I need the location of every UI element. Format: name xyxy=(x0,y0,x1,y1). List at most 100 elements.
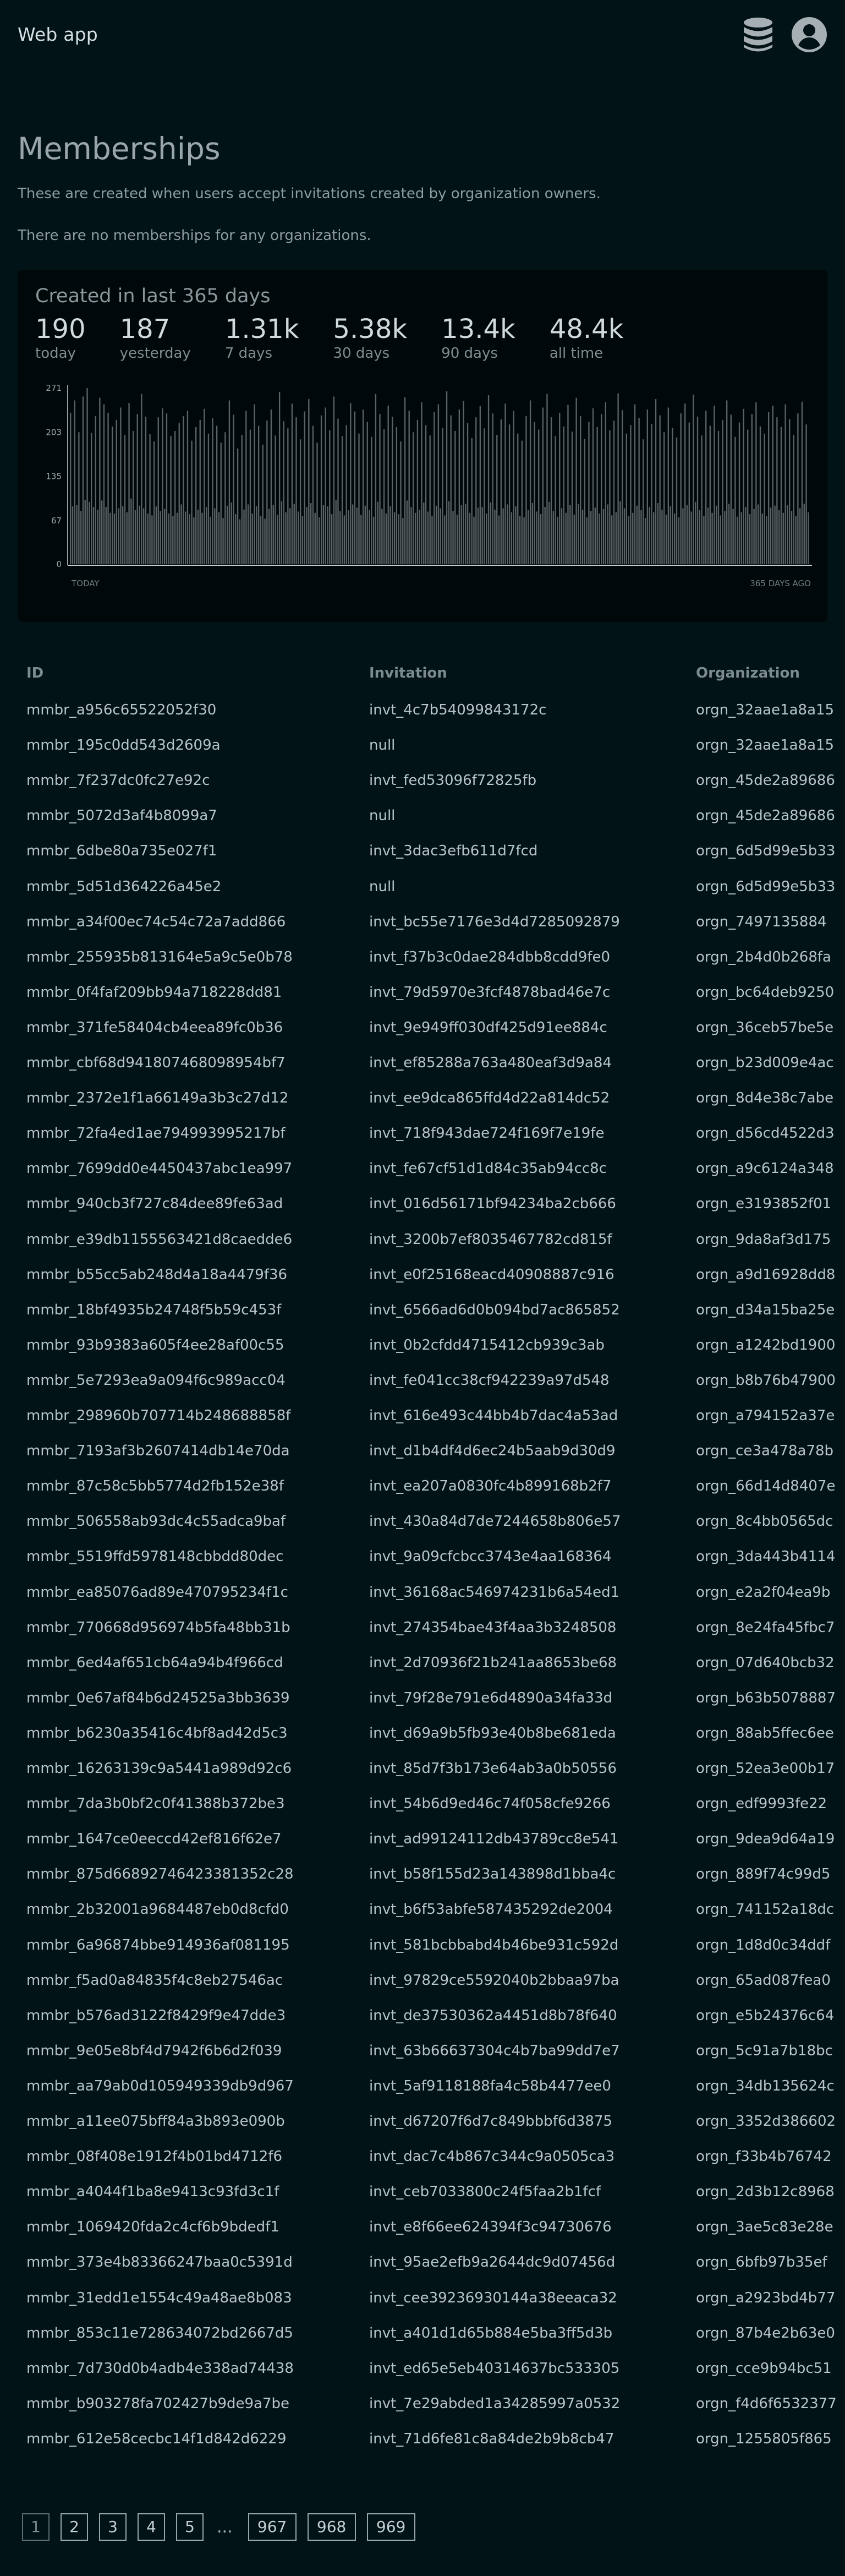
membership-id-cell[interactable]: mmbr_1647ce0eeccd42ef816f62e7 xyxy=(26,1821,356,1857)
table-row[interactable]: mmbr_2b32001a9684487eb0d8cfd0 invt_b6f53a… xyxy=(0,1892,845,1927)
table-row[interactable]: mmbr_ea85076ad89e470795234f1c invt_36168a… xyxy=(0,1575,845,1610)
table-row[interactable]: mmbr_6a96874bbe914936af081195 invt_581bcb… xyxy=(0,1928,845,1963)
membership-id-cell[interactable]: mmbr_0e67af84b6d24525a3bb3639 xyxy=(26,1680,356,1716)
table-row[interactable]: mmbr_5e7293ea9a094f6c989acc04 invt_fe041c… xyxy=(0,1363,845,1398)
membership-id-cell[interactable]: mmbr_ea85076ad89e470795234f1c xyxy=(26,1575,356,1610)
table-row[interactable]: mmbr_6dbe80a735e027f1 invt_3dac3efb611d7f… xyxy=(0,833,845,869)
table-row[interactable]: mmbr_b903278fa702427b9de9a7be invt_7e29ab… xyxy=(0,2386,845,2421)
table-row[interactable]: mmbr_72fa4ed1ae794993995217bf invt_718f94… xyxy=(0,1116,845,1151)
table-row[interactable]: mmbr_1069420fda2c4cf6b9bdedf1 invt_e8f66e… xyxy=(0,2209,845,2245)
membership-id-cell[interactable]: mmbr_a956c65522052f30 xyxy=(26,692,356,728)
membership-id-cell[interactable]: mmbr_1069420fda2c4cf6b9bdedf1 xyxy=(26,2209,356,2245)
membership-id-cell[interactable]: mmbr_2b32001a9684487eb0d8cfd0 xyxy=(26,1892,356,1927)
membership-id-cell[interactable]: mmbr_87c58c5bb5774d2fb152e38f xyxy=(26,1469,356,1504)
membership-id-cell[interactable]: mmbr_298960b707714b248688858f xyxy=(26,1398,356,1433)
membership-id-cell[interactable]: mmbr_5519ffd5978148cbbdd80dec xyxy=(26,1539,356,1574)
table-row[interactable]: mmbr_a956c65522052f30 invt_4c7b5409984317… xyxy=(0,692,845,728)
table-row[interactable]: mmbr_b55cc5ab248d4a18a4479f36 invt_e0f251… xyxy=(0,1257,845,1292)
table-row[interactable]: mmbr_7d730d0b4adb4e338ad74438 invt_ed65e5… xyxy=(0,2351,845,2386)
table-row[interactable]: mmbr_b6230a35416c4bf8ad42d5c3 invt_d69a9b… xyxy=(0,1716,845,1751)
membership-id-cell[interactable]: mmbr_373e4b83366247baa0c5391d xyxy=(26,2245,356,2280)
membership-id-cell[interactable]: mmbr_5d51d364226a45e2 xyxy=(26,869,356,904)
table-row[interactable]: mmbr_a4044f1ba8e9413c93fd3c1f invt_ceb703… xyxy=(0,2174,845,2209)
page-button-2[interactable]: 2 xyxy=(61,2513,88,2541)
membership-id-cell[interactable]: mmbr_875d66892746423381352c28 xyxy=(26,1857,356,1892)
membership-id-cell[interactable]: mmbr_195c0dd543d2609a xyxy=(26,728,356,763)
membership-id-cell[interactable]: mmbr_b55cc5ab248d4a18a4479f36 xyxy=(26,1257,356,1292)
membership-id-cell[interactable]: mmbr_853c11e728634072bd2667d5 xyxy=(26,2316,356,2351)
table-row[interactable]: mmbr_f5ad0a84835f4c8eb27546ac invt_97829c… xyxy=(0,1963,845,1998)
table-row[interactable]: mmbr_7699dd0e4450437abc1ea997 invt_fe67cf… xyxy=(0,1151,845,1186)
membership-id-cell[interactable]: mmbr_5e7293ea9a094f6c989acc04 xyxy=(26,1363,356,1398)
membership-id-cell[interactable]: mmbr_6a96874bbe914936af081195 xyxy=(26,1928,356,1963)
membership-id-cell[interactable]: mmbr_7f237dc0fc27e92c xyxy=(26,763,356,798)
membership-id-cell[interactable]: mmbr_b576ad3122f8429f9e47dde3 xyxy=(26,1998,356,2033)
page-button-969[interactable]: 969 xyxy=(366,2513,415,2541)
table-row[interactable]: mmbr_93b9383a605f4ee28af00c55 invt_0b2cfd… xyxy=(0,1328,845,1363)
table-row[interactable]: mmbr_b576ad3122f8429f9e47dde3 invt_de3753… xyxy=(0,1998,845,2033)
table-row[interactable]: mmbr_853c11e728634072bd2667d5 invt_a401d1… xyxy=(0,2316,845,2351)
membership-id-cell[interactable]: mmbr_31edd1e1554c49a48ae8b083 xyxy=(26,2280,356,2316)
membership-id-cell[interactable]: mmbr_6dbe80a735e027f1 xyxy=(26,833,356,869)
membership-id-cell[interactable]: mmbr_aa79ab0d105949339db9d967 xyxy=(26,2069,356,2104)
table-row[interactable]: mmbr_298960b707714b248688858f invt_616e49… xyxy=(0,1398,845,1433)
membership-id-cell[interactable]: mmbr_371fe58404cb4eea89fc0b36 xyxy=(26,1010,356,1045)
user-account-icon[interactable] xyxy=(791,17,827,53)
table-row[interactable]: mmbr_16263139c9a5441a989d92c6 invt_85d7f3… xyxy=(0,1751,845,1786)
page-button-1[interactable]: 1 xyxy=(22,2513,50,2541)
table-row[interactable]: mmbr_373e4b83366247baa0c5391d invt_95ae2e… xyxy=(0,2245,845,2280)
membership-id-cell[interactable]: mmbr_0f4faf209bb94a718228dd81 xyxy=(26,975,356,1010)
table-row[interactable]: mmbr_aa79ab0d105949339db9d967 invt_5af911… xyxy=(0,2069,845,2104)
page-button-967[interactable]: 967 xyxy=(248,2513,297,2541)
membership-id-cell[interactable]: mmbr_a4044f1ba8e9413c93fd3c1f xyxy=(26,2174,356,2209)
table-row[interactable]: mmbr_e39db1155563421d8caedde6 invt_3200b7… xyxy=(0,1222,845,1257)
membership-id-cell[interactable]: mmbr_08f408e1912f4b01bd4712f6 xyxy=(26,2139,356,2174)
membership-id-cell[interactable]: mmbr_770668d956974b5fa48bb31b xyxy=(26,1610,356,1645)
table-row[interactable]: mmbr_0f4faf209bb94a718228dd81 invt_79d597… xyxy=(0,975,845,1010)
membership-id-cell[interactable]: mmbr_cbf68d941807468098954bf7 xyxy=(26,1045,356,1080)
table-row[interactable]: mmbr_5519ffd5978148cbbdd80dec invt_9a09cf… xyxy=(0,1539,845,1574)
table-row[interactable]: mmbr_a11ee075bff84a3b893e090b invt_d67207… xyxy=(0,2104,845,2139)
table-row[interactable]: mmbr_1647ce0eeccd42ef816f62e7 invt_ad9912… xyxy=(0,1821,845,1857)
membership-id-cell[interactable]: mmbr_6ed4af651cb64a94b4f966cd xyxy=(26,1645,356,1680)
table-row[interactable]: mmbr_cbf68d941807468098954bf7 invt_ef8528… xyxy=(0,1045,845,1080)
membership-id-cell[interactable]: mmbr_7193af3b2607414db14e70da xyxy=(26,1433,356,1469)
table-row[interactable]: mmbr_a34f00ec74c54c72a7add866 invt_bc55e7… xyxy=(0,904,845,940)
table-row[interactable]: mmbr_875d66892746423381352c28 invt_b58f15… xyxy=(0,1857,845,1892)
page-button-4[interactable]: 4 xyxy=(138,2513,165,2541)
table-row[interactable]: mmbr_7193af3b2607414db14e70da invt_d1b4df… xyxy=(0,1433,845,1469)
table-row[interactable]: mmbr_6ed4af651cb64a94b4f966cd invt_2d7093… xyxy=(0,1645,845,1680)
database-icon[interactable] xyxy=(742,17,775,53)
app-title[interactable]: Web app xyxy=(18,24,98,45)
table-row[interactable]: mmbr_195c0dd543d2609a null orgn_32aae1a8a1… xyxy=(0,728,845,763)
table-row[interactable]: mmbr_08f408e1912f4b01bd4712f6 invt_dac7c4… xyxy=(0,2139,845,2174)
table-row[interactable]: mmbr_31edd1e1554c49a48ae8b083 invt_cee392… xyxy=(0,2280,845,2316)
page-button-968[interactable]: 968 xyxy=(307,2513,356,2541)
membership-id-cell[interactable]: mmbr_a11ee075bff84a3b893e090b xyxy=(26,2104,356,2139)
membership-id-cell[interactable]: mmbr_93b9383a605f4ee28af00c55 xyxy=(26,1328,356,1363)
membership-id-cell[interactable]: mmbr_7da3b0bf2c0f41388b372be3 xyxy=(26,1786,356,1821)
membership-id-cell[interactable]: mmbr_255935b813164e5a9c5e0b78 xyxy=(26,940,356,975)
page-button-5[interactable]: 5 xyxy=(176,2513,204,2541)
membership-id-cell[interactable]: mmbr_2372e1f1a66149a3b3c27d12 xyxy=(26,1080,356,1116)
membership-id-cell[interactable]: mmbr_9e05e8bf4d7942f6b6d2f039 xyxy=(26,2033,356,2069)
membership-id-cell[interactable]: mmbr_16263139c9a5441a989d92c6 xyxy=(26,1751,356,1786)
membership-id-cell[interactable]: mmbr_72fa4ed1ae794993995217bf xyxy=(26,1116,356,1151)
membership-id-cell[interactable]: mmbr_a34f00ec74c54c72a7add866 xyxy=(26,904,356,940)
membership-id-cell[interactable]: mmbr_506558ab93dc4c55adca9baf xyxy=(26,1504,356,1539)
table-row[interactable]: mmbr_940cb3f727c84dee89fe63ad invt_016d56… xyxy=(0,1186,845,1221)
membership-id-cell[interactable]: mmbr_7699dd0e4450437abc1ea997 xyxy=(26,1151,356,1186)
membership-id-cell[interactable]: mmbr_b6230a35416c4bf8ad42d5c3 xyxy=(26,1716,356,1751)
table-row[interactable]: mmbr_506558ab93dc4c55adca9baf invt_430a84… xyxy=(0,1504,845,1539)
table-row[interactable]: mmbr_87c58c5bb5774d2fb152e38f invt_ea207a… xyxy=(0,1469,845,1504)
table-row[interactable]: mmbr_18bf4935b24748f5b59c453f invt_6566ad… xyxy=(0,1292,845,1328)
membership-id-cell[interactable]: mmbr_7d730d0b4adb4e338ad74438 xyxy=(26,2351,356,2386)
membership-id-cell[interactable]: mmbr_940cb3f727c84dee89fe63ad xyxy=(26,1186,356,1221)
table-row[interactable]: mmbr_770668d956974b5fa48bb31b invt_274354… xyxy=(0,1610,845,1645)
membership-id-cell[interactable]: mmbr_e39db1155563421d8caedde6 xyxy=(26,1222,356,1257)
table-row[interactable]: mmbr_9e05e8bf4d7942f6b6d2f039 invt_63b666… xyxy=(0,2033,845,2069)
table-row[interactable]: mmbr_5072d3af4b8099a7 null orgn_45de2a8968… xyxy=(0,798,845,833)
table-row[interactable]: mmbr_2372e1f1a66149a3b3c27d12 invt_ee9dca… xyxy=(0,1080,845,1116)
membership-id-cell[interactable]: mmbr_f5ad0a84835f4c8eb27546ac xyxy=(26,1963,356,1998)
table-row[interactable]: mmbr_612e58cecbc14f1d842d6229 invt_71d6fe… xyxy=(0,2421,845,2457)
